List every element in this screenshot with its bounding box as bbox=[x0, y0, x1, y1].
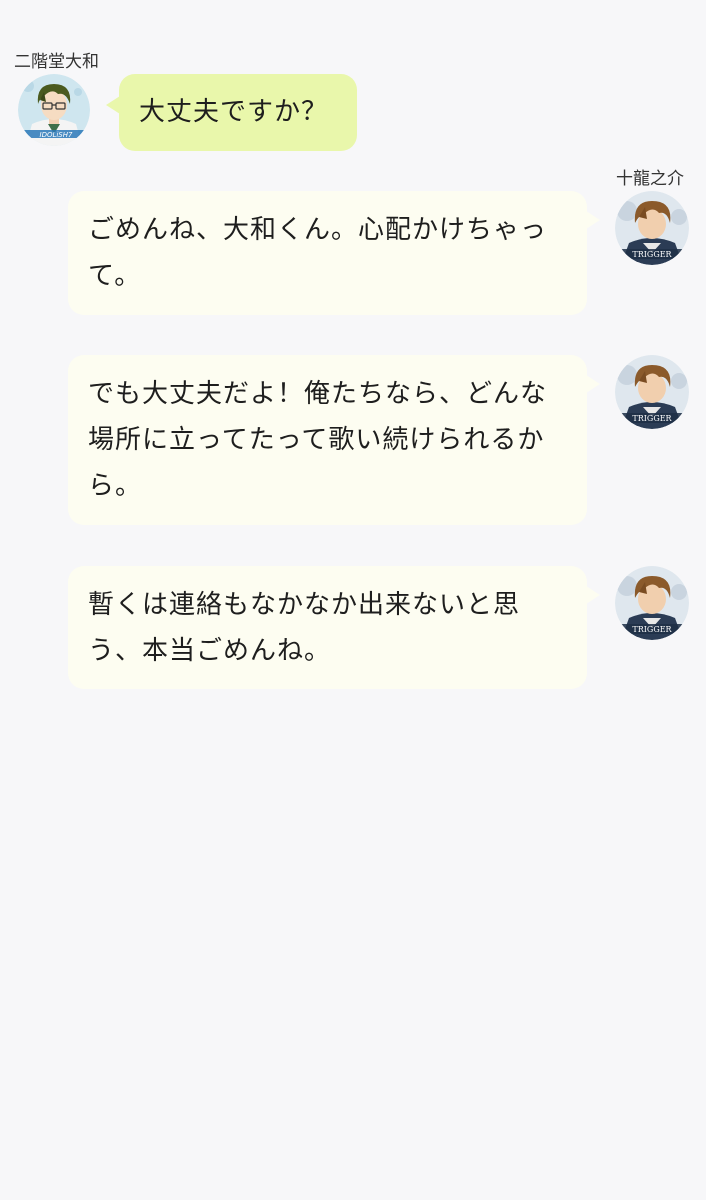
ryunosuke-avatar-icon[interactable]: TRIGGER bbox=[615, 191, 689, 265]
bubble-tail bbox=[586, 211, 600, 229]
ryunosuke-avatar-icon[interactable]: TRIGGER bbox=[615, 355, 689, 429]
bubble-tail bbox=[586, 375, 600, 393]
idolish7-badge: IDOLiSH7 bbox=[40, 131, 74, 139]
message-text: 暫くは連絡もなかなか出来ないと思う、本当ごめんね。 bbox=[88, 590, 521, 666]
bubble-tail bbox=[106, 96, 120, 114]
message-bubble-outgoing-3[interactable]: 暫くは連絡もなかなか出来ないと思う、本当ごめんね。 bbox=[68, 566, 600, 689]
trigger-badge: TRIGGER bbox=[632, 414, 672, 423]
sender-name-ryunosuke: 十龍之介 bbox=[616, 169, 684, 189]
message-bubble-outgoing-2[interactable]: でも大丈夫だよ！俺たちなら、どんな場所に立ってたって歌い続けられるから。 bbox=[68, 355, 600, 525]
message-text: ごめんね、大和くん。心配かけちゃって。 bbox=[88, 215, 548, 291]
message-text: でも大丈夫だよ！俺たちなら、どんな場所に立ってたって歌い続けられるから。 bbox=[88, 379, 548, 501]
sender-name-yamato: 二階堂大和 bbox=[14, 52, 99, 72]
message-bubble-outgoing-1[interactable]: ごめんね、大和くん。心配かけちゃって。 bbox=[68, 191, 600, 315]
trigger-badge: TRIGGER bbox=[632, 250, 672, 259]
ryunosuke-avatar-icon[interactable]: TRIGGER bbox=[615, 566, 689, 640]
bubble-tail bbox=[586, 586, 600, 604]
message-text: 大丈夫ですか？ bbox=[139, 97, 329, 127]
yamato-avatar-icon[interactable]: IDOLiSH7 bbox=[18, 74, 90, 146]
message-bubble-incoming[interactable]: 大丈夫ですか？ bbox=[106, 74, 357, 151]
trigger-badge: TRIGGER bbox=[632, 625, 672, 634]
